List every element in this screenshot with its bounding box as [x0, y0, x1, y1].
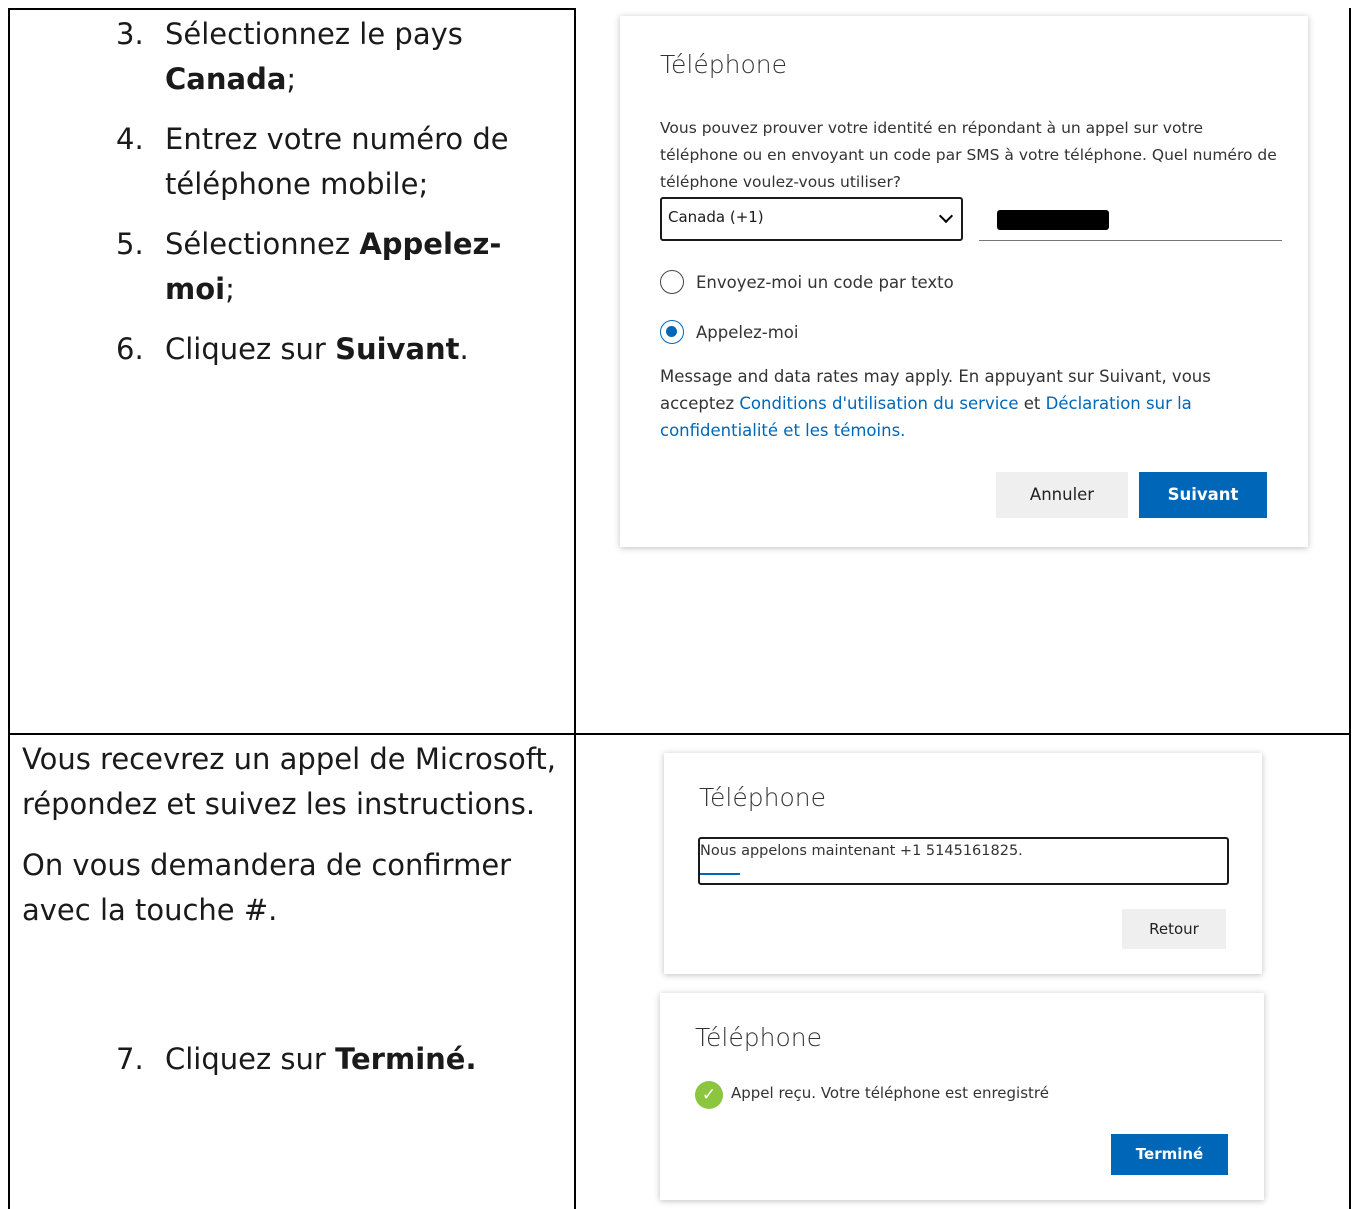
radio-call-option[interactable]: Appelez-moi [660, 320, 799, 344]
step-bold: Canada [165, 62, 287, 96]
step-text: Sélectionnez le pays [165, 17, 463, 51]
table-border-middle [574, 8, 576, 1209]
step-number: 7. [116, 1042, 144, 1076]
radio-call-label: Appelez-moi [696, 322, 799, 342]
step-number: 3. [116, 17, 144, 51]
table-border-left [8, 8, 10, 1209]
country-select[interactable]: Canada (+1) [660, 197, 963, 241]
phone-number-input[interactable] [979, 206, 1282, 241]
redacted-phone-number [997, 210, 1109, 230]
table-border-top-left [8, 8, 576, 10]
done-button[interactable]: Terminé [1111, 1134, 1228, 1175]
card-title: Téléphone [699, 783, 826, 812]
step-number: 5. [116, 227, 144, 261]
back-button[interactable]: Retour [1122, 909, 1226, 949]
legal-notice: Message and data rates may apply. En app… [660, 363, 1280, 444]
steps-list-top: 3. Sélectionnez le pays Canada; 4. Entre… [116, 12, 556, 387]
step-item: 6. Cliquez sur Suivant. [116, 327, 556, 372]
radio-text-label: Envoyez-moi un code par texto [696, 272, 954, 292]
instruction-paragraph: Vous recevrez un appel de Microsoft, rép… [22, 742, 557, 821]
step-text: Cliquez sur [165, 332, 336, 366]
steps-list-bottom: 7. Cliquez sur Terminé. [116, 1037, 556, 1082]
radio-unselected-icon [660, 270, 684, 294]
country-select-value: Canada (+1) [668, 208, 764, 226]
bottom-left-instructions: Vous recevrez un appel de Microsoft, rép… [22, 737, 562, 949]
card-title: Téléphone [695, 1023, 822, 1052]
phone-setup-card: Téléphone Vous pouvez prouver votre iden… [620, 16, 1308, 547]
next-button[interactable]: Suivant [1139, 472, 1267, 518]
terms-link[interactable]: Conditions d'utilisation du service [739, 394, 1018, 413]
legal-mid: et [1018, 394, 1046, 413]
table-border-row [8, 733, 1351, 735]
step-suffix: ; [286, 62, 297, 96]
step-text: Cliquez sur [165, 1042, 336, 1076]
step-text: Sélectionnez [165, 227, 360, 261]
calling-card: Téléphone Nous appelons maintenant +1 51… [664, 753, 1262, 974]
table-border-right [1349, 8, 1351, 1209]
card-title: Téléphone [660, 50, 787, 79]
step-number: 4. [116, 122, 144, 156]
progress-bar [700, 873, 740, 875]
cancel-button[interactable]: Annuler [996, 472, 1128, 518]
success-card: Téléphone ✓ Appel reçu. Votre téléphone … [660, 993, 1264, 1200]
step-item: 3. Sélectionnez le pays Canada; [116, 12, 556, 102]
card-description: Vous pouvez prouver votre identité en ré… [660, 119, 1277, 191]
step-bold: Terminé. [335, 1042, 477, 1076]
step-bold: Suivant [335, 332, 460, 366]
step-text: Entrez votre numéro de téléphone mobile; [165, 122, 509, 201]
step-number: 6. [116, 332, 144, 366]
success-message: Appel reçu. Votre téléphone est enregist… [731, 1084, 1049, 1102]
step-suffix: . [459, 332, 469, 366]
calling-status-text: Nous appelons maintenant +1 5145161825. [700, 843, 1023, 859]
instruction-paragraph: On vous demandera de confirmer avec la t… [22, 848, 512, 927]
step-item: 7. Cliquez sur Terminé. [116, 1037, 556, 1082]
step-item: 4. Entrez votre numéro de téléphone mobi… [116, 117, 556, 207]
step-suffix: ; [225, 272, 235, 306]
chevron-down-icon [938, 208, 954, 224]
step-item: 5. Sélectionnez Appelez-moi; [116, 222, 556, 312]
radio-selected-icon [660, 320, 684, 344]
check-circle-icon: ✓ [695, 1081, 723, 1109]
radio-text-option[interactable]: Envoyez-moi un code par texto [660, 270, 954, 294]
calling-status-box: Nous appelons maintenant +1 5145161825. [698, 837, 1229, 885]
